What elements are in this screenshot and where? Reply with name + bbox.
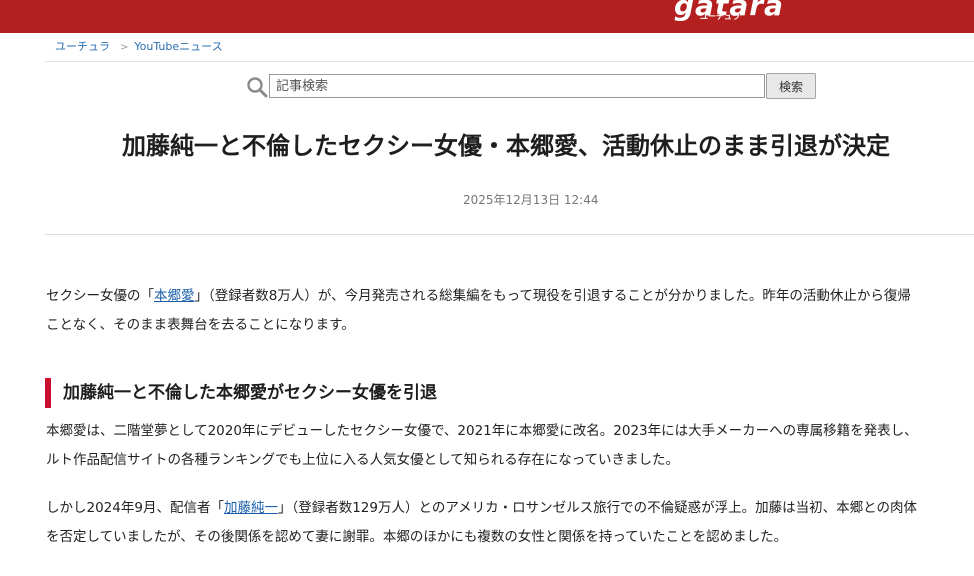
breadcrumb: ユーチュラ > YouTubeニュース (55, 38, 223, 54)
breadcrumb-separator: > (120, 42, 129, 53)
title-divider (45, 234, 974, 235)
breadcrumb-category-link[interactable]: YouTubeニュース (134, 40, 222, 53)
article-title: 加藤純一と不倫したセクシー女優・本郷愛、活動休止のまま引退が決定 (122, 132, 890, 160)
para2-text-pre: しかし2024年9月、配信者「 (46, 500, 224, 516)
breadcrumb-divider (45, 61, 974, 62)
para1-line1: 本郷愛は、二階堂夢として2020年にデビューしたセクシー女優で、2021年に本郷… (46, 423, 918, 439)
search-button[interactable]: 検索 (766, 73, 816, 99)
site-logo-subtitle: ユーチュラ (700, 12, 740, 21)
intro-text-post: 」（登録者数8万人）が、今月発売される総集編をもって現役を引退することが分かりま… (194, 288, 911, 304)
kato-junichi-link[interactable]: 加藤純一 (224, 500, 278, 516)
article-paragraph-1: 本郷愛は、二階堂夢として2020年にデビューしたセクシー女優で、2021年に本郷… (46, 417, 974, 475)
article-paragraph-2: しかし2024年9月、配信者「加藤純一」（登録者数129万人）とのアメリカ・ロサ… (46, 494, 974, 552)
intro-text-line2: ことなく、そのまま表舞台を去ることになります。 (46, 317, 355, 333)
search-icon (247, 77, 268, 98)
site-header: gatara ユーチュラ (0, 0, 974, 33)
para2-text-post: 」（登録者数129万人）とのアメリカ・ロサンゼルス旅行での不倫疑惑が浮上。加藤は… (277, 500, 918, 516)
hongo-ai-link[interactable]: 本郷愛 (154, 288, 195, 304)
section-heading: 加藤純一と不倫した本郷愛がセクシー女優を引退 (45, 378, 437, 408)
intro-text-pre: セクシー女優の「 (46, 288, 154, 304)
para2-line2: を否定していましたが、その後関係を認めて妻に謝罪。本郷のほかにも複数の女性と関係… (46, 529, 788, 545)
breadcrumb-home-link[interactable]: ユーチュラ (55, 40, 110, 53)
search-input[interactable] (269, 74, 765, 98)
para1-line2: ルト作品配信サイトの各種ランキングでも上位に入る人気女優として知られる存在になっ… (46, 452, 680, 468)
article-date: 2025年12月13日 12:44 (463, 193, 599, 207)
article-intro-paragraph: セクシー女優の「本郷愛」（登録者数8万人）が、今月発売される総集編をもって現役を… (46, 282, 974, 340)
